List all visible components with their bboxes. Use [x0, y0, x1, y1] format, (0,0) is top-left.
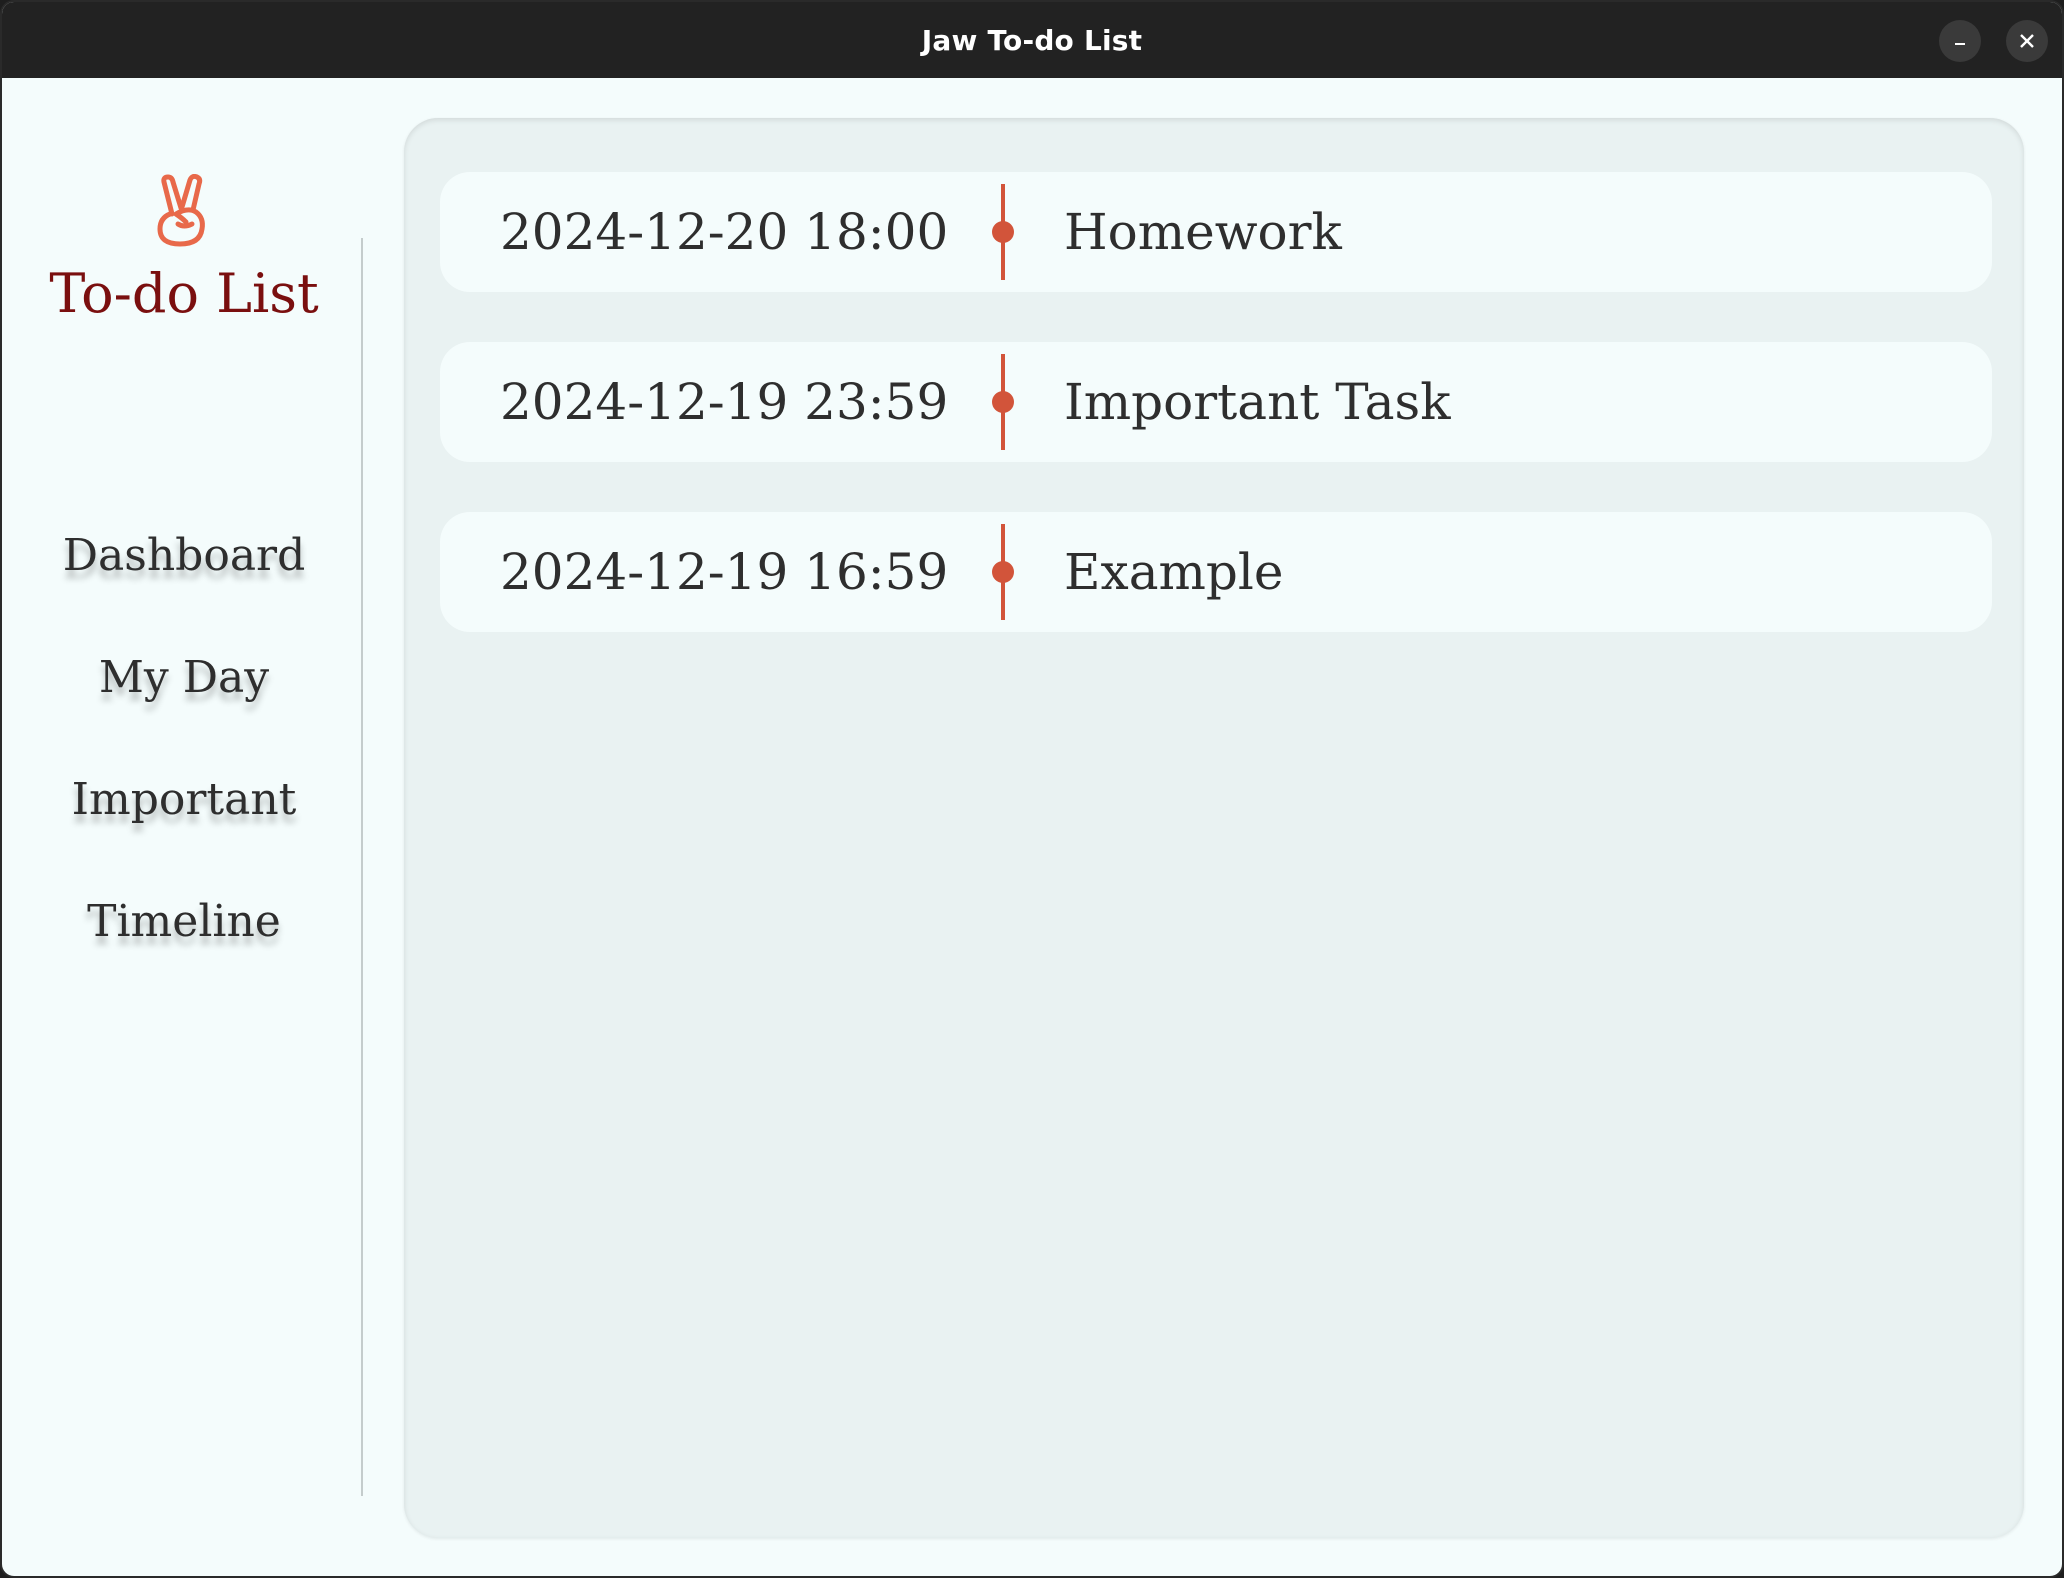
task-name: Important Task [1064, 373, 1451, 431]
close-icon [2020, 34, 2034, 48]
timeline-panel: 2024-12-20 18:00 Homework 2024-12-19 23:… [404, 118, 2024, 1538]
app-window: Jaw To-do List To-do List Dashboard My D… [0, 0, 2064, 1578]
task-row[interactable]: 2024-12-20 18:00 Homework [440, 172, 1992, 292]
minimize-button[interactable] [1939, 20, 1981, 62]
sidebar-item-important[interactable]: Important [2, 774, 366, 825]
sidebar-item-my-day[interactable]: My Day [2, 652, 366, 703]
timeline-dot [992, 561, 1014, 583]
timeline-dot [992, 391, 1014, 413]
close-button[interactable] [2006, 20, 2048, 62]
task-datetime: 2024-12-19 16:59 [500, 543, 949, 601]
sidebar-item-dashboard[interactable]: Dashboard [2, 530, 366, 581]
task-row[interactable]: 2024-12-19 16:59 Example [440, 512, 1992, 632]
minimize-icon [1955, 43, 1965, 45]
task-row[interactable]: 2024-12-19 23:59 Important Task [440, 342, 1992, 462]
timeline-dot [992, 221, 1014, 243]
sidebar-item-timeline[interactable]: Timeline [2, 896, 366, 947]
task-name: Example [1064, 543, 1284, 601]
app-brand-title: To-do List [49, 262, 319, 325]
window-title: Jaw To-do List [921, 23, 1143, 57]
sidebar: To-do List Dashboard My Day Important Ti… [2, 78, 363, 1576]
victory-hand-icon [157, 174, 205, 247]
title-bar[interactable]: Jaw To-do List [2, 2, 2062, 78]
task-datetime: 2024-12-19 23:59 [500, 373, 949, 431]
task-name: Homework [1064, 203, 1342, 261]
sidebar-divider [361, 238, 363, 1496]
task-datetime: 2024-12-20 18:00 [500, 203, 949, 261]
